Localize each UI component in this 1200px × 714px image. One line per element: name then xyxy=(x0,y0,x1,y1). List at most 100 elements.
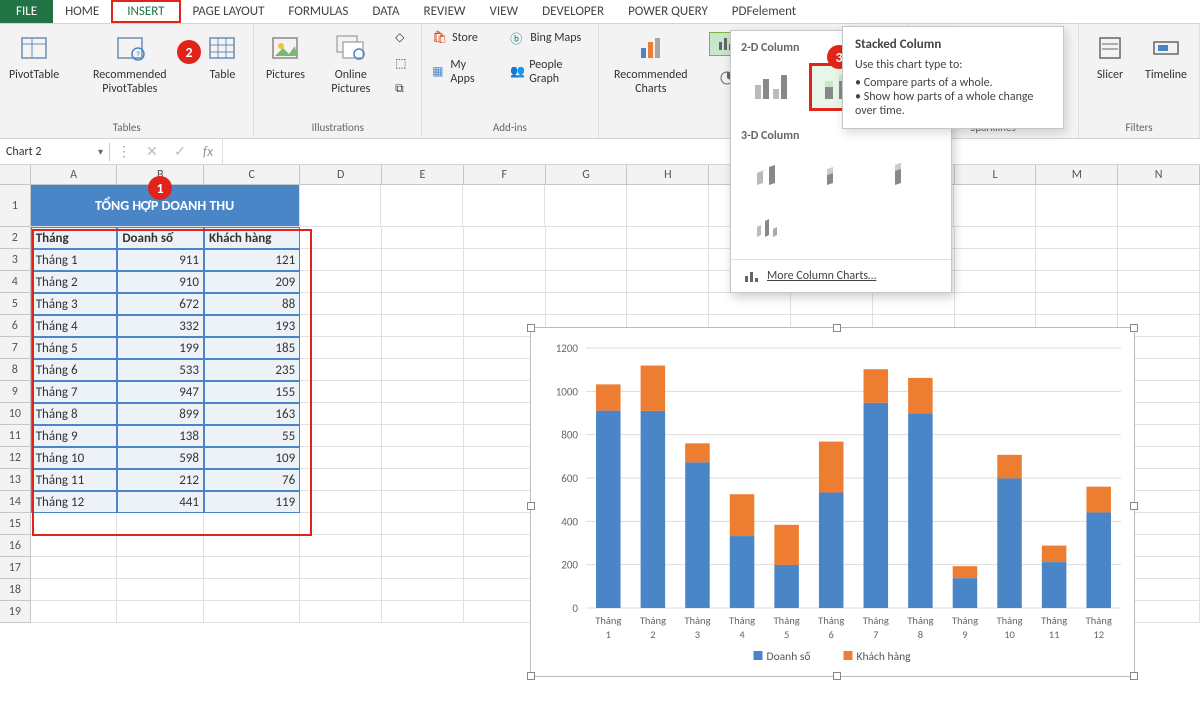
cell[interactable] xyxy=(954,185,1036,227)
cell[interactable] xyxy=(204,601,300,623)
table-cell[interactable]: Tháng 11 xyxy=(31,469,118,491)
more-column-charts[interactable]: More Column Charts… xyxy=(731,259,951,292)
formula-cancel-icon[interactable]: ✕ xyxy=(138,143,166,160)
cell[interactable] xyxy=(31,535,118,557)
cell[interactable] xyxy=(382,337,464,359)
table-cell[interactable]: Tháng 9 xyxy=(31,425,118,447)
cell[interactable] xyxy=(382,293,464,315)
cell[interactable] xyxy=(1118,271,1200,293)
peoplegraph-button[interactable]: 👥People Graph xyxy=(506,56,591,88)
cell[interactable] xyxy=(31,557,118,579)
cell[interactable] xyxy=(300,601,382,623)
cell[interactable] xyxy=(382,227,464,249)
cell[interactable] xyxy=(117,557,204,579)
row-header-2[interactable]: 2 xyxy=(0,227,31,249)
cell[interactable] xyxy=(300,185,382,227)
shapes-button[interactable]: ◇ xyxy=(391,28,415,48)
select-all-corner[interactable] xyxy=(0,165,31,184)
table-header[interactable]: Doanh số xyxy=(117,227,204,249)
table-cell[interactable]: 76 xyxy=(204,469,300,491)
clustered-column-option[interactable] xyxy=(741,63,805,111)
screenshot-button[interactable]: ⧉ xyxy=(391,80,415,100)
row-header-11[interactable]: 11 xyxy=(0,425,31,447)
cell[interactable] xyxy=(31,579,118,601)
cell[interactable] xyxy=(300,425,382,447)
cell[interactable] xyxy=(1036,227,1118,249)
cell[interactable] xyxy=(117,579,204,601)
cell[interactable] xyxy=(1118,227,1200,249)
table-cell[interactable]: 155 xyxy=(204,381,300,403)
column-header-H[interactable]: H xyxy=(627,165,709,184)
cell[interactable] xyxy=(31,513,118,535)
cell[interactable] xyxy=(382,513,464,535)
row-header-15[interactable]: 15 xyxy=(0,513,31,535)
cell[interactable] xyxy=(546,249,628,271)
column-header-M[interactable]: M xyxy=(1036,165,1118,184)
cell[interactable] xyxy=(382,601,464,623)
row-header-17[interactable]: 17 xyxy=(0,557,31,579)
cell[interactable] xyxy=(300,557,382,579)
row-header-19[interactable]: 19 xyxy=(0,601,31,623)
row-header-6[interactable]: 6 xyxy=(0,315,31,337)
cell[interactable] xyxy=(955,249,1037,271)
table-cell[interactable]: 598 xyxy=(117,447,204,469)
cell[interactable] xyxy=(300,249,382,271)
table-cell[interactable]: Tháng 12 xyxy=(31,491,118,513)
table-cell[interactable]: Tháng 1 xyxy=(31,249,118,271)
table-cell[interactable]: 121 xyxy=(204,249,300,271)
cell[interactable] xyxy=(382,557,464,579)
cell[interactable] xyxy=(382,491,464,513)
column-header-G[interactable]: G xyxy=(546,165,628,184)
cell[interactable] xyxy=(300,359,382,381)
bingmaps-button[interactable]: ⓑBing Maps xyxy=(506,28,591,48)
cell[interactable] xyxy=(31,601,118,623)
table-cell[interactable]: 55 xyxy=(204,425,300,447)
cell[interactable] xyxy=(382,249,464,271)
recommended-pivottables-button[interactable]: ? Recommended PivotTables xyxy=(66,28,193,101)
table-cell[interactable]: 185 xyxy=(204,337,300,359)
cell[interactable] xyxy=(627,185,709,227)
formula-accept-icon[interactable]: ✓ xyxy=(166,143,194,160)
fx-icon[interactable]: fx xyxy=(194,143,222,160)
column-header-D[interactable]: D xyxy=(300,165,382,184)
cell[interactable] xyxy=(382,359,464,381)
formula-more-icon[interactable]: ⋮ xyxy=(110,143,138,160)
row-header-18[interactable]: 18 xyxy=(0,579,31,601)
row-header-10[interactable]: 10 xyxy=(0,403,31,425)
row-header-3[interactable]: 3 xyxy=(0,249,31,271)
row-header-9[interactable]: 9 xyxy=(0,381,31,403)
table-cell[interactable]: Tháng 5 xyxy=(31,337,118,359)
table-cell[interactable]: 109 xyxy=(204,447,300,469)
cell[interactable] xyxy=(117,535,204,557)
cell[interactable] xyxy=(464,293,546,315)
cell[interactable] xyxy=(204,513,300,535)
cell[interactable] xyxy=(545,185,627,227)
ribbon-tab-page-layout[interactable]: PAGE LAYOUT xyxy=(181,0,277,23)
row-header-13[interactable]: 13 xyxy=(0,469,31,491)
cell[interactable] xyxy=(791,293,873,315)
table-cell[interactable]: 441 xyxy=(117,491,204,513)
row-header-1[interactable]: 1 xyxy=(0,185,31,227)
embedded-chart[interactable]: 020040060080010001200Tháng1Tháng2Tháng3T… xyxy=(530,327,1135,677)
cell[interactable] xyxy=(1118,249,1200,271)
cell[interactable] xyxy=(464,271,546,293)
cell[interactable] xyxy=(1036,271,1118,293)
3d-100-stacked-column-option[interactable] xyxy=(877,151,941,199)
table-cell[interactable]: 235 xyxy=(204,359,300,381)
column-header-E[interactable]: E xyxy=(382,165,464,184)
cell[interactable] xyxy=(300,271,382,293)
3d-clustered-column-option[interactable] xyxy=(741,151,805,199)
cell[interactable] xyxy=(300,491,382,513)
column-header-N[interactable]: N xyxy=(1118,165,1200,184)
ribbon-tab-power-query[interactable]: POWER QUERY xyxy=(616,0,720,23)
column-header-L[interactable]: L xyxy=(955,165,1037,184)
ribbon-tab-insert[interactable]: INSERT xyxy=(111,0,180,23)
recommended-charts-button[interactable]: Recommended Charts xyxy=(605,28,697,101)
row-header-4[interactable]: 4 xyxy=(0,271,31,293)
column-header-F[interactable]: F xyxy=(464,165,546,184)
table-cell[interactable]: Tháng 2 xyxy=(31,271,118,293)
table-cell[interactable]: 533 xyxy=(117,359,204,381)
cell[interactable] xyxy=(381,185,463,227)
cell[interactable] xyxy=(382,381,464,403)
table-header[interactable]: Tháng xyxy=(31,227,118,249)
